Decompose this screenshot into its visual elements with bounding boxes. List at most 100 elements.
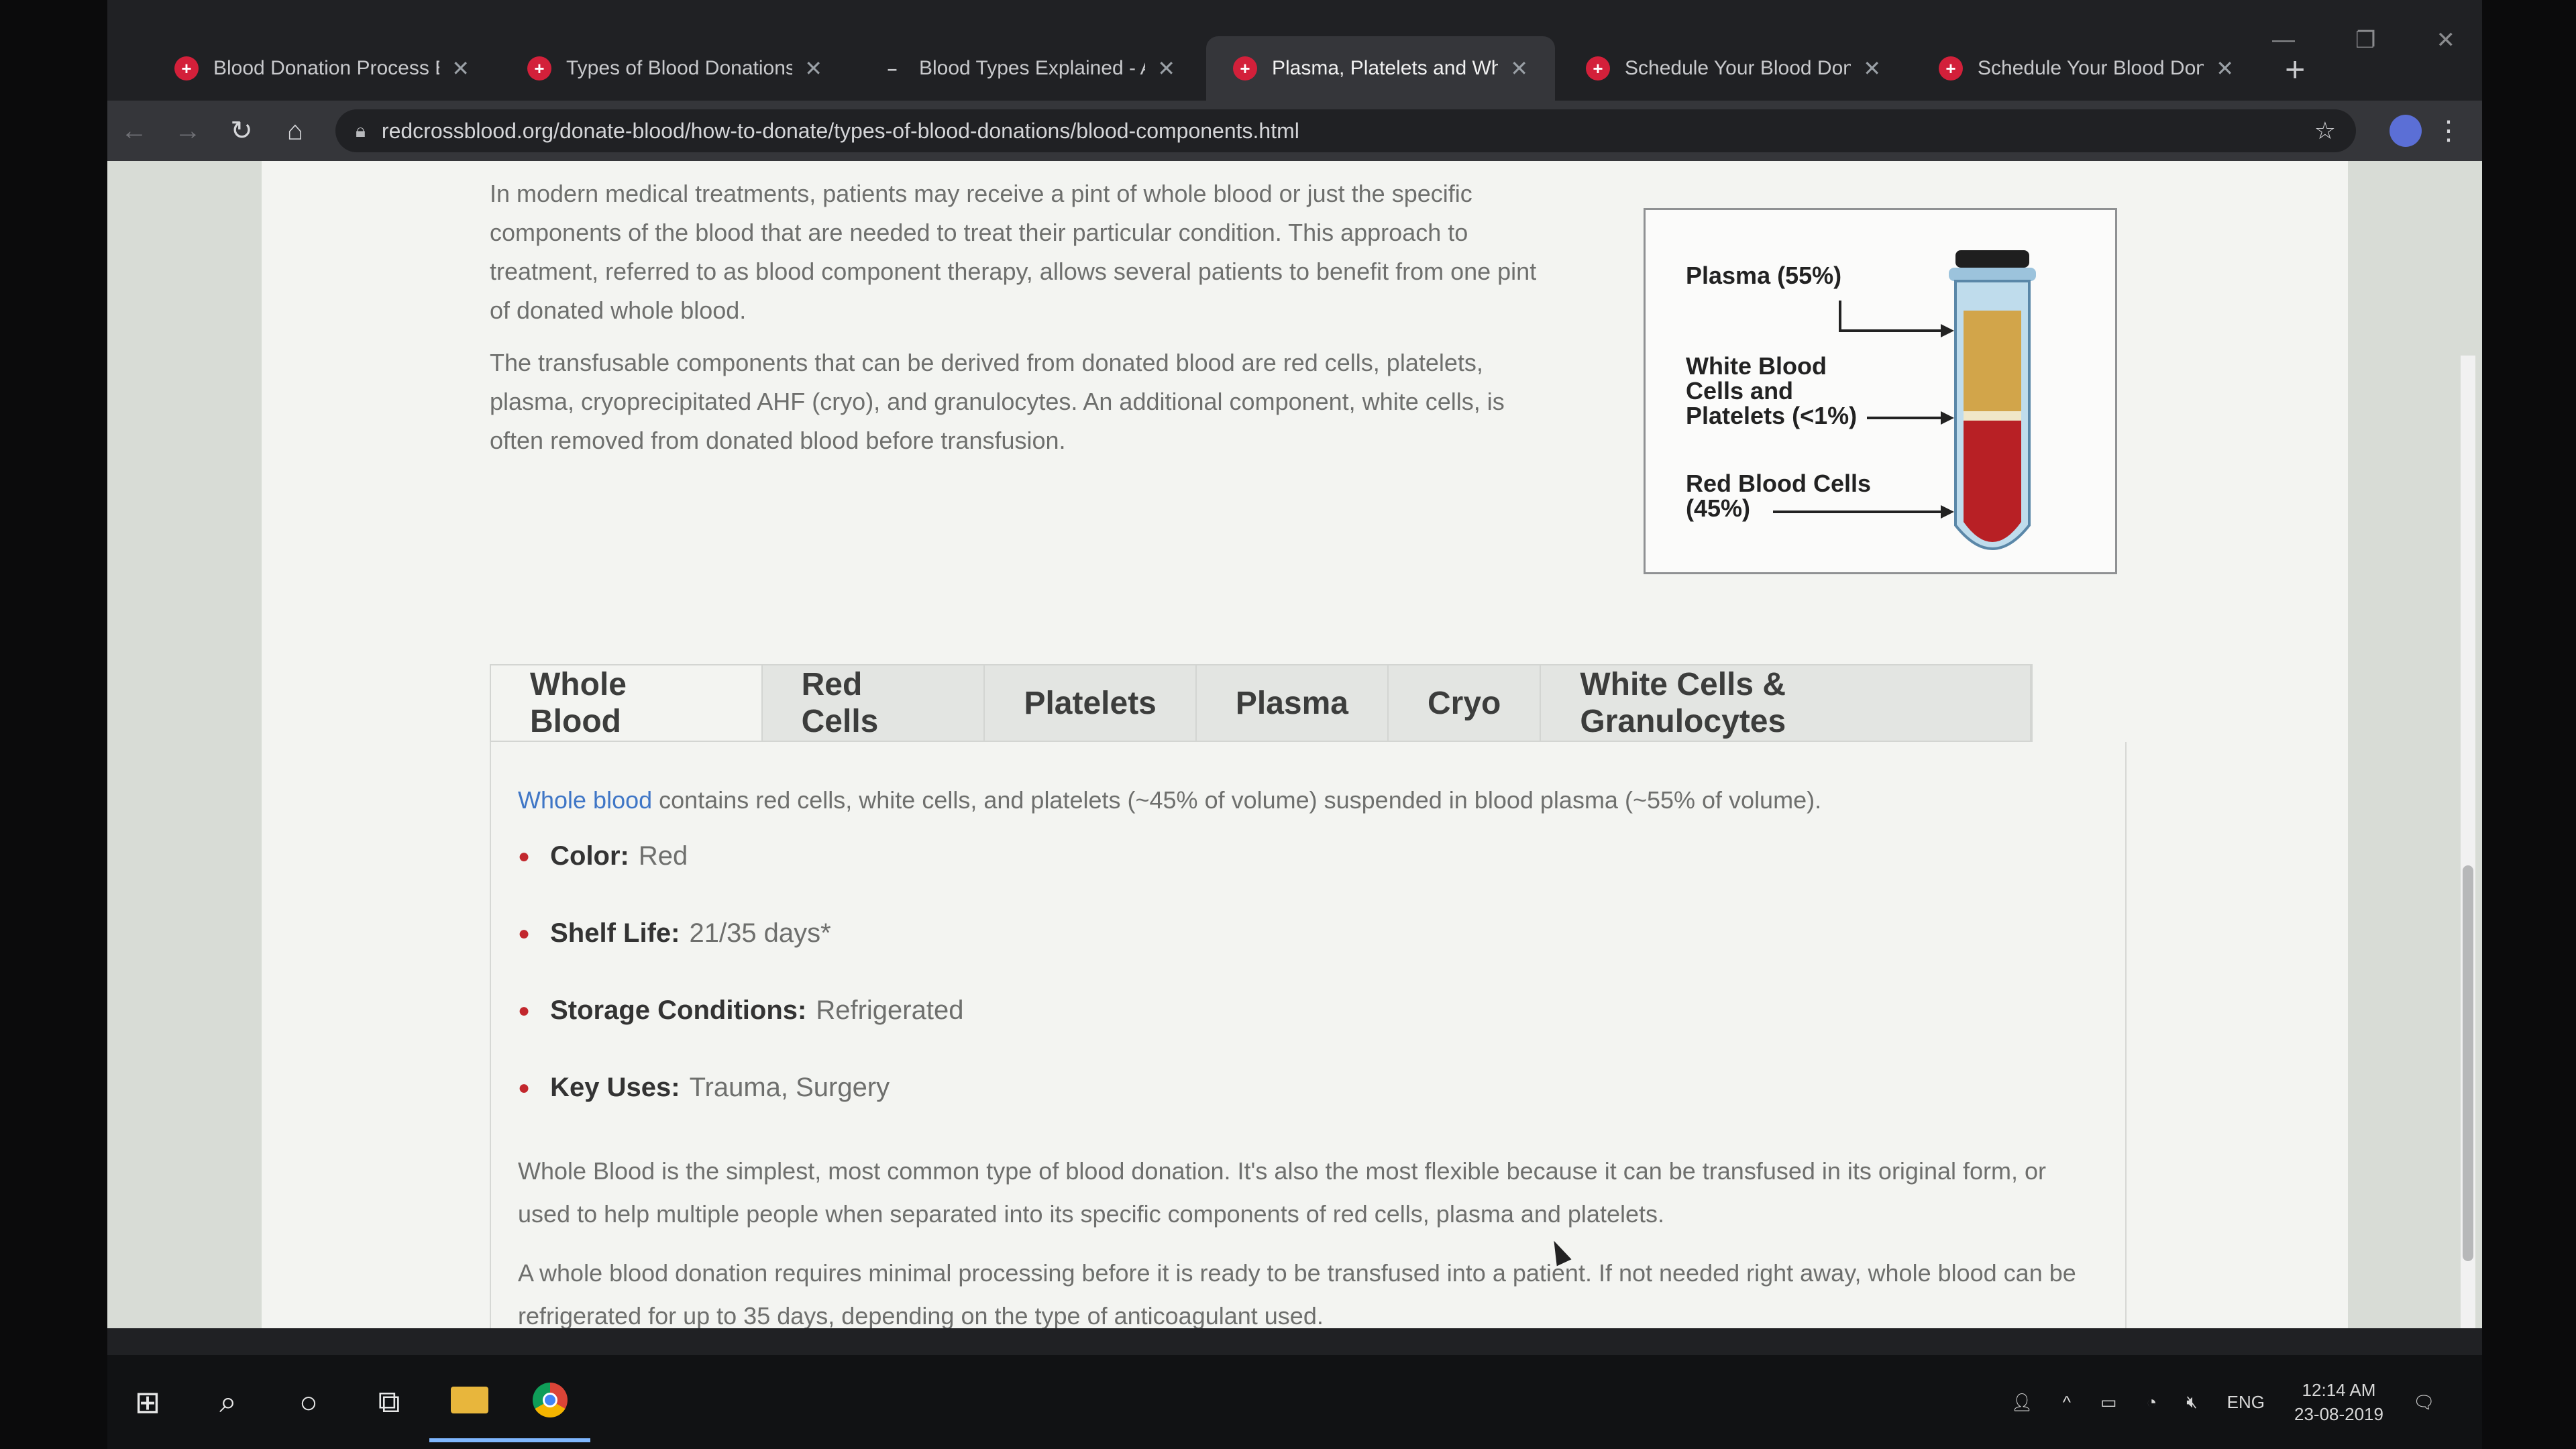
lock-icon[interactable]: 🔒︎: [356, 120, 366, 142]
tab-title: Plasma, Platelets and Whole: [1272, 57, 1499, 79]
bullet-icon: ●: [518, 1076, 531, 1099]
new-tab-button[interactable]: +: [2265, 50, 2325, 101]
tab-types-of-blood-donations[interactable]: + Types of Blood Donations Ex ✕: [500, 36, 849, 101]
close-icon[interactable]: ✕: [1863, 56, 1881, 81]
wbc-label-line3: Platelets (<1%): [1686, 402, 1857, 429]
bullet-icon: ●: [518, 999, 531, 1022]
close-icon[interactable]: ✕: [2216, 56, 2234, 81]
tab-platelets[interactable]: Platelets: [985, 665, 1197, 741]
chrome-icon[interactable]: [510, 1362, 590, 1442]
close-icon[interactable]: ✕: [1157, 56, 1175, 81]
window-controls: — ❐ ✕: [2272, 27, 2455, 54]
bullet-icon: ●: [518, 922, 531, 945]
plasma-label: Plasma (55%): [1686, 262, 1841, 289]
task-view-icon[interactable]: ⧉: [349, 1362, 429, 1442]
notifications-icon[interactable]: 🗨︎: [2413, 1392, 2435, 1413]
language-indicator[interactable]: ENG: [2227, 1392, 2265, 1413]
search-icon[interactable]: ⌕: [188, 1362, 268, 1442]
profile-avatar[interactable]: [2390, 115, 2422, 147]
battery-icon[interactable]: ▭: [2100, 1392, 2117, 1413]
tab-cryo[interactable]: Cryo: [1389, 665, 1542, 741]
panel-lead: Whole blood contains red cells, white ce…: [518, 786, 2098, 814]
close-icon[interactable]: ✕: [1510, 56, 1528, 81]
lead-text: contains red cells, white cells, and pla…: [652, 786, 1822, 814]
wbc-label-line2: Cells and: [1686, 377, 1793, 405]
panel-paragraph-1: Whole Blood is the simplest, most common…: [518, 1157, 2047, 1228]
close-icon[interactable]: ✕: [804, 56, 822, 81]
system-tray: 👤︎ ^ ▭ ◔ 🔇︎ ENG 12:14 AM 23-08-2019 🗨︎: [2011, 1355, 2435, 1449]
tab-title: Schedule Your Blood Donati: [1625, 57, 1851, 79]
tab-blood-types-explained[interactable]: – Blood Types Explained - A, B ✕: [853, 36, 1202, 101]
red-cross-icon: +: [1939, 56, 1963, 80]
clock-date: 23-08-2019: [2294, 1404, 2383, 1424]
back-arrow-icon[interactable]: ←: [107, 116, 161, 146]
minimize-icon[interactable]: —: [2272, 27, 2295, 54]
bullet-icon: ●: [518, 845, 531, 867]
mute-icon[interactable]: 🔇︎: [2186, 1391, 2197, 1413]
tab-plasma-platelets[interactable]: + Plasma, Platelets and Whole ✕: [1206, 36, 1555, 101]
tab-schedule-donation-1[interactable]: + Schedule Your Blood Donati ✕: [1559, 36, 1908, 101]
restore-icon[interactable]: ❐: [2355, 27, 2375, 54]
tab-title: Blood Donation Process Exp: [213, 57, 439, 79]
page-viewport: In modern medical treatments, patients m…: [107, 161, 2482, 1328]
kebab-menu-icon[interactable]: ⋮: [2435, 115, 2462, 146]
reload-icon[interactable]: ↻: [215, 115, 268, 146]
property-value: Trauma, Surgery: [689, 1073, 890, 1102]
plasma-pointer: [1839, 301, 1947, 332]
tab-blood-donation-process[interactable]: + Blood Donation Process Exp ✕: [148, 36, 496, 101]
tab-title: Blood Types Explained - A, B: [919, 57, 1145, 79]
property-value: Red: [638, 841, 688, 871]
red-cross-icon: +: [1586, 56, 1610, 80]
tab-whole-blood[interactable]: Whole Blood: [491, 665, 763, 741]
tab-white-cells-granulocytes[interactable]: White Cells & Granulocytes: [1541, 665, 2031, 741]
red-cross-icon: +: [527, 56, 551, 80]
list-item-storage: ● Storage Conditions: Refrigerated: [518, 996, 2098, 1026]
address-bar[interactable]: 🔒︎ redcrossblood.org/donate-blood/how-to…: [335, 109, 2356, 152]
tab-title: Schedule Your Blood Donati: [1978, 57, 2204, 79]
close-window-icon[interactable]: ✕: [2436, 27, 2456, 54]
blood-tube-figure: Plasma (55%) White Blood Cells and Plate…: [1644, 208, 2117, 574]
rbc-label-line1: Red Blood Cells: [1686, 470, 1871, 497]
tube-cap: [1955, 250, 2029, 268]
clock-time: 12:14 AM: [2302, 1380, 2376, 1400]
red-cross-icon: +: [1233, 56, 1257, 80]
close-icon[interactable]: ✕: [451, 56, 470, 81]
property-label: Color:: [550, 841, 629, 871]
people-icon[interactable]: 👤︎: [2011, 1392, 2033, 1413]
plasma-layer: [1964, 311, 2021, 411]
component-tabs: Whole Blood Red Cells Platelets Plasma C…: [490, 664, 2033, 742]
property-value: Refrigerated: [816, 996, 964, 1025]
property-label: Key Uses:: [550, 1073, 680, 1102]
property-list: ● Color: Red ● Shelf Life: 21/35 days* ● Stor…: [518, 841, 2098, 1103]
url-text: redcrossblood.org/donate-blood/how-to-do…: [381, 118, 1299, 143]
home-icon[interactable]: ⌂: [268, 116, 322, 146]
forward-arrow-icon[interactable]: →: [161, 116, 215, 146]
clock[interactable]: 12:14 AM 23-08-2019: [2294, 1378, 2383, 1426]
intro-text: In modern medical treatments, patients m…: [490, 161, 1563, 474]
file-explorer-icon[interactable]: [429, 1362, 510, 1442]
browser-toolbar: ← → ↻ ⌂ 🔒︎ redcrossblood.org/donate-bloo…: [107, 101, 2482, 161]
rbc-label-line2: (45%): [1686, 494, 1750, 522]
property-label: Storage Conditions:: [550, 996, 807, 1025]
tab-schedule-donation-2[interactable]: + Schedule Your Blood Donati ✕: [1912, 36, 2261, 101]
cortana-icon[interactable]: ○: [268, 1362, 349, 1442]
property-label: Shelf Life:: [550, 918, 680, 948]
tab-plasma[interactable]: Plasma: [1197, 665, 1389, 741]
tab-red-cells[interactable]: Red Cells: [763, 665, 985, 741]
bookmark-star-icon[interactable]: ☆: [2314, 117, 2336, 145]
intro-paragraph-2: The transfusable components that can be …: [490, 349, 1505, 454]
scrollbar-thumb[interactable]: [2463, 865, 2473, 1261]
windows-taskbar: ⊞ ⌕ ○ ⧉ 👤︎ ^ ▭ ◔ 🔇︎ ENG 12:14 AM 23-08-2…: [107, 1355, 2482, 1449]
chevron-up-icon[interactable]: ^: [2063, 1392, 2071, 1413]
tube-rim: [1949, 268, 2036, 281]
intro-paragraph-1: In modern medical treatments, patients m…: [490, 180, 1537, 324]
page-scrollbar[interactable]: [2461, 356, 2475, 1328]
wifi-icon[interactable]: ◔: [2147, 1392, 2157, 1413]
blood-tube-diagram: Plasma (55%) White Blood Cells and Plate…: [1686, 250, 2036, 550]
list-item-color: ● Color: Red: [518, 841, 2098, 871]
left-margin: [107, 161, 262, 1328]
property-value: 21/35 days*: [689, 918, 831, 948]
windows-start-icon[interactable]: ⊞: [107, 1362, 188, 1442]
tab-strip: + Blood Donation Process Exp ✕ + Types o…: [148, 27, 2482, 101]
whole-blood-link[interactable]: Whole blood: [518, 786, 652, 814]
